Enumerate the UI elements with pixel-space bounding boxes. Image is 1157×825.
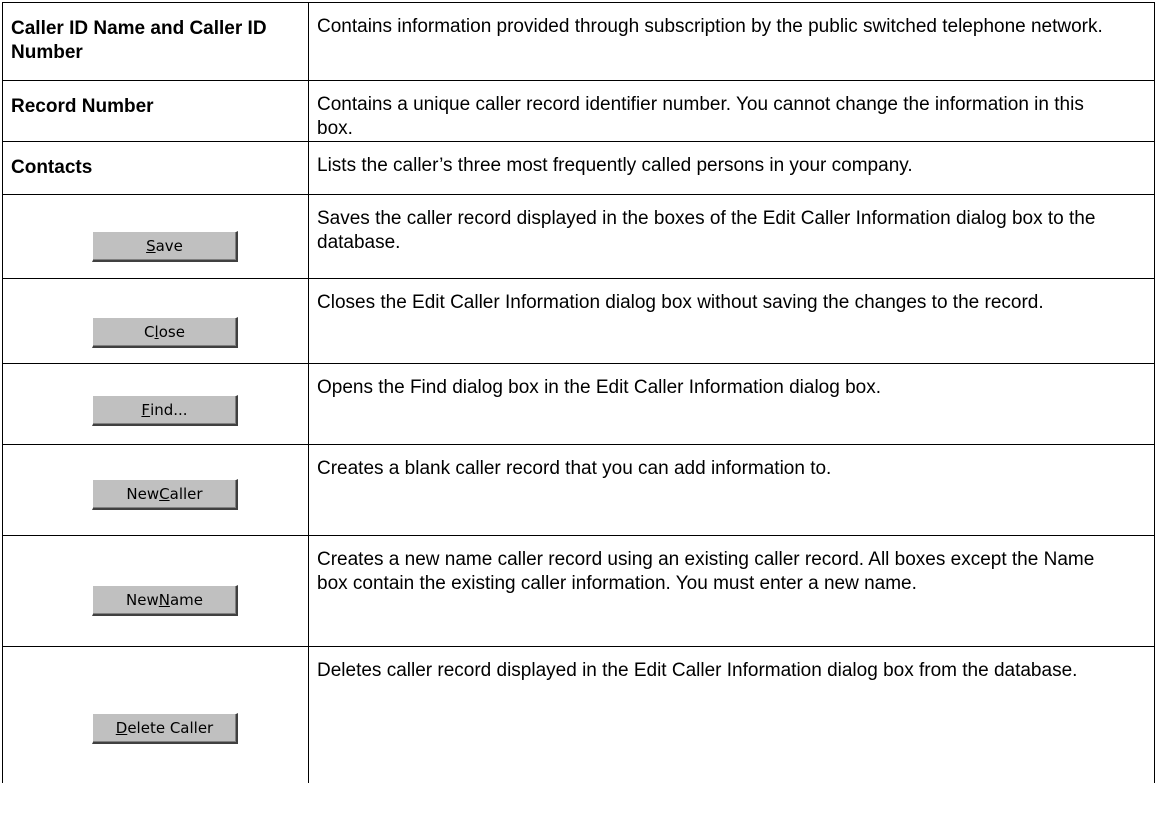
button-cell: Find... [2,363,309,445]
button-cell: New Name [2,535,309,647]
new-caller-button[interactable]: New Caller [92,479,238,510]
button-mnemonic: F [141,401,151,419]
table-row: Find... Opens the Find dialog box in the… [2,363,1155,445]
term-cell: Contacts [2,141,309,195]
description-cell: Opens the Find dialog box in the Edit Ca… [308,363,1155,445]
description-cell: Contains a unique caller record identifi… [308,80,1155,142]
table-row: Save Saves the caller record displayed i… [2,194,1155,279]
button-cell: Save [2,194,309,279]
description-cell: Lists the caller’s three most frequently… [308,141,1155,195]
button-label-part: C [144,323,155,341]
field-name-record-number: Record Number [11,96,154,117]
button-description: Deletes caller record displayed in the E… [317,660,1078,681]
field-description: Contains a unique caller record identifi… [317,94,1084,139]
description-cell: Creates a new name caller record using a… [308,535,1155,647]
table-row: Contacts Lists the caller’s three most f… [2,141,1155,195]
table-row: New Name Creates a new name caller recor… [2,535,1155,647]
close-button[interactable]: Cl ose [92,317,238,348]
button-label-part: elete Caller [127,719,214,737]
field-reference-table: Caller ID Name and Caller ID Number Cont… [2,2,1155,783]
button-mnemonic: S [146,237,156,255]
table-row: Caller ID Name and Caller ID Number Cont… [2,2,1155,81]
button-label-part: New [126,485,160,503]
button-description: Creates a new name caller record using a… [317,549,1095,594]
button-mnemonic: N [158,591,170,609]
button-description: Closes the Edit Caller Information dialo… [317,292,1044,313]
field-description: Lists the caller’s three most frequently… [317,155,913,176]
description-cell: Closes the Edit Caller Information dialo… [308,278,1155,364]
button-cell: Cl ose [2,278,309,364]
table-row: Record Number Contains a unique caller r… [2,80,1155,142]
button-label-part: ind... [150,401,188,419]
button-label-part: New [126,591,159,609]
table-row: Cl ose Closes the Edit Caller Information… [2,278,1155,364]
field-name-contacts: Contacts [11,157,93,178]
description-cell: Saves the caller record displayed in the… [308,194,1155,279]
description-cell: Contains information provided through su… [308,2,1155,81]
description-cell: Deletes caller record displayed in the E… [308,646,1155,783]
button-mnemonic: C [159,485,170,503]
button-label-part: ose [158,323,185,341]
button-label-part: aller [169,485,203,503]
button-description: Opens the Find dialog box in the Edit Ca… [317,377,881,398]
button-description: Creates a blank caller record that you c… [317,458,832,479]
delete-caller-button[interactable]: Delete Caller [92,713,238,744]
term-cell: Record Number [2,80,309,142]
find-button[interactable]: Find... [92,395,238,426]
button-cell: Delete Caller [2,646,309,783]
field-name-caller-id: Caller ID Name and Caller ID Number [11,18,267,63]
save-button[interactable]: Save [92,231,238,262]
new-name-button[interactable]: New Name [92,585,238,616]
table-row: Delete Caller Deletes caller record disp… [2,646,1155,783]
button-description: Saves the caller record displayed in the… [317,208,1096,253]
button-label-part: ame [169,591,203,609]
button-mnemonic: D [115,719,128,737]
button-cell: New Caller [2,444,309,536]
term-cell: Caller ID Name and Caller ID Number [2,2,309,81]
button-label-part: ave [155,237,183,255]
table-row: New Caller Creates a blank caller record… [2,444,1155,536]
description-cell: Creates a blank caller record that you c… [308,444,1155,536]
field-description: Contains information provided through su… [317,16,1103,37]
